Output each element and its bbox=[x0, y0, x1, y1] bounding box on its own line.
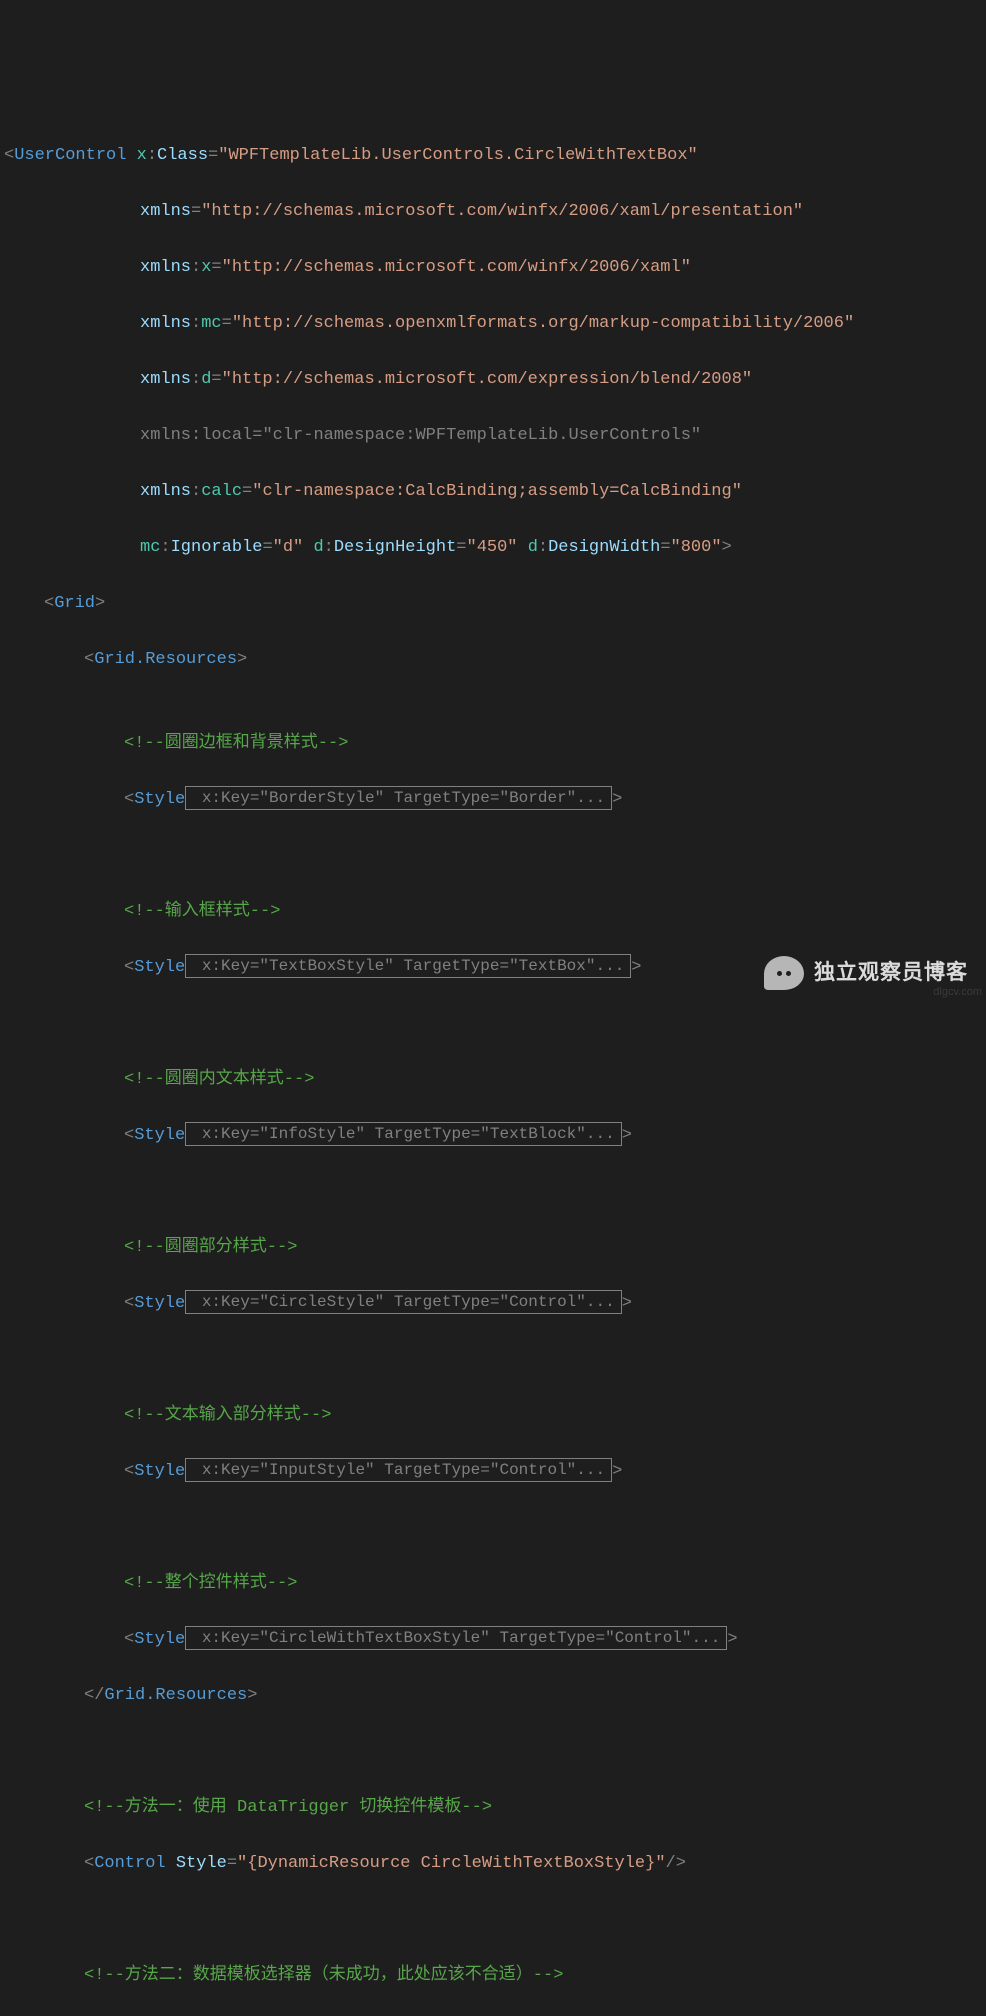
code-editor[interactable]: <UserControl x:Class="WPFTemplateLib.Use… bbox=[0, 114, 986, 2016]
xaml-comment: <!--方法二：数据模板选择器（未成功，此处应该不合适）--> bbox=[4, 1962, 986, 1990]
xaml-comment: <!--圆圈部分样式--> bbox=[4, 1234, 986, 1262]
xaml-line: <Style x:Key="CircleWithTextBoxStyle" Ta… bbox=[4, 1626, 986, 1654]
xaml-line: xmlns:d="http://schemas.microsoft.com/ex… bbox=[4, 366, 986, 394]
code-fold[interactable]: x:Key="InputStyle" TargetType="Control".… bbox=[185, 1458, 612, 1482]
code-fold[interactable]: x:Key="TextBoxStyle" TargetType="TextBox… bbox=[185, 954, 631, 978]
code-fold[interactable]: x:Key="CircleStyle" TargetType="Control"… bbox=[185, 1290, 621, 1314]
code-fold[interactable]: x:Key="InfoStyle" TargetType="TextBlock"… bbox=[185, 1122, 621, 1146]
xaml-line: xmlns:mc="http://schemas.openxmlformats.… bbox=[4, 310, 986, 338]
xaml-comment: <!--文本输入部分样式--> bbox=[4, 1402, 986, 1430]
xaml-comment: <!--输入框样式--> bbox=[4, 898, 986, 926]
corner-url: dlgcv.com bbox=[933, 978, 982, 1006]
code-fold[interactable]: x:Key="CircleWithTextBoxStyle" TargetTyp… bbox=[185, 1626, 727, 1650]
xaml-line: <Grid.Resources> bbox=[4, 646, 986, 674]
xaml-line: <Style x:Key="CircleStyle" TargetType="C… bbox=[4, 1290, 986, 1318]
xaml-comment: <!--圆圈边框和背景样式--> bbox=[4, 730, 986, 758]
xaml-line: <Control Style="{DynamicResource CircleW… bbox=[4, 1850, 986, 1878]
xaml-line: </Grid.Resources> bbox=[4, 1682, 986, 1710]
xaml-line: <Style x:Key="InputStyle" TargetType="Co… bbox=[4, 1458, 986, 1486]
xaml-comment: <!--整个控件样式--> bbox=[4, 1570, 986, 1598]
xaml-comment: <!--圆圈内文本样式--> bbox=[4, 1066, 986, 1094]
code-fold[interactable]: x:Key="BorderStyle" TargetType="Border".… bbox=[185, 786, 612, 810]
xaml-line: xmlns:local="clr-namespace:WPFTemplateLi… bbox=[4, 422, 986, 450]
xaml-comment: <!--方法一：使用 DataTrigger 切换控件模板--> bbox=[4, 1794, 986, 1822]
xaml-line: <Style x:Key="InfoStyle" TargetType="Tex… bbox=[4, 1122, 986, 1150]
xaml-line: xmlns:calc="clr-namespace:CalcBinding;as… bbox=[4, 478, 986, 506]
xaml-line: xmlns:x="http://schemas.microsoft.com/wi… bbox=[4, 254, 986, 282]
xaml-line: <Style x:Key="BorderStyle" TargetType="B… bbox=[4, 786, 986, 814]
xaml-line: <Grid> bbox=[4, 590, 986, 618]
xaml-line: mc:Ignorable="d" d:DesignHeight="450" d:… bbox=[4, 534, 986, 562]
xaml-line: xmlns="http://schemas.microsoft.com/winf… bbox=[4, 198, 986, 226]
xaml-line: <UserControl x:Class="WPFTemplateLib.Use… bbox=[4, 142, 986, 170]
wechat-icon bbox=[764, 956, 804, 990]
